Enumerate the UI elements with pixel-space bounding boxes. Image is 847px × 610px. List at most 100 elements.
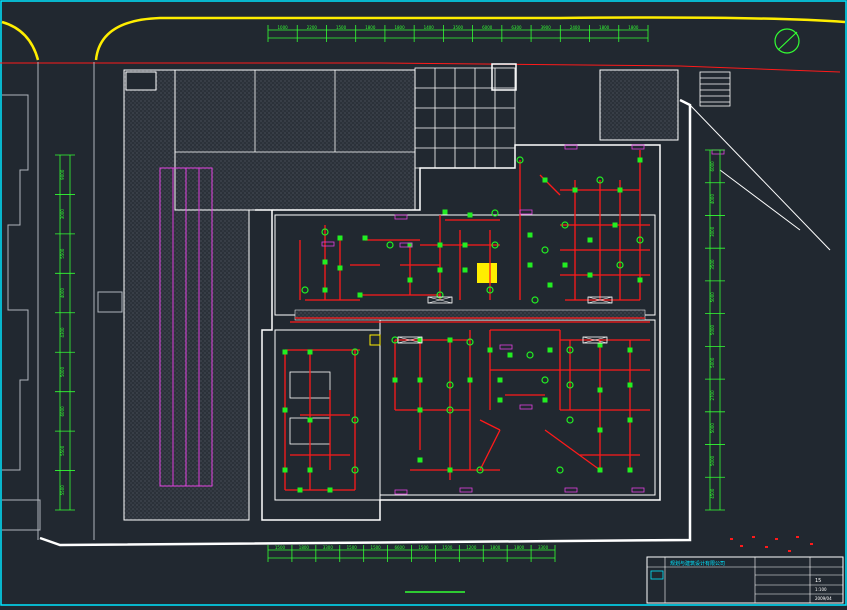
dim-right-label: 5000 [710, 292, 715, 303]
light-fixture-icon [526, 351, 534, 359]
outlet-icon [627, 382, 633, 388]
outlet-icon [587, 272, 593, 278]
outlet-icon [497, 377, 503, 383]
diagonal-road-2 [719, 169, 801, 231]
dim-left-label: 9000 [60, 169, 65, 180]
outlet-icon [407, 277, 413, 283]
outlet-icon [617, 187, 623, 193]
dim-bottom-label: 1500 [347, 545, 358, 550]
device-tag [564, 487, 578, 493]
dim-right-label: 2700 [710, 390, 715, 401]
device-tag [321, 241, 335, 247]
outlet-icon [637, 277, 643, 283]
dim-bottom-label: 6600 [394, 545, 405, 550]
dim-bottom-label: 1500 [442, 545, 453, 550]
dim-right-label: 3000 [710, 226, 715, 237]
grid-structure [414, 63, 517, 169]
outlet-icon [587, 237, 593, 243]
dim-right-label: 5000 [710, 455, 715, 466]
dim-bottom-label: 1800 [299, 545, 310, 550]
device-tag [459, 487, 473, 493]
outlet-icon [542, 397, 548, 403]
dim-left-label: 5000 [60, 366, 65, 377]
outlet-icon [597, 427, 603, 433]
title-drawing-no: 15 [815, 578, 821, 584]
light-fixture-icon [541, 246, 549, 254]
outlet-icon [282, 349, 288, 355]
outlet-icon [392, 377, 398, 383]
device-tag [499, 344, 513, 350]
outlet-icon [307, 467, 313, 473]
dim-bottom-label: 3300 [323, 545, 334, 550]
small-box [125, 71, 157, 91]
dim-top-label: 1800 [365, 25, 376, 30]
outlet-icon [322, 259, 328, 265]
outlet-icon [562, 262, 568, 268]
outlet-icon [307, 417, 313, 423]
dim-bottom-label: 3300 [538, 545, 549, 550]
hatched-area-top [174, 69, 416, 211]
outlet-icon [322, 287, 328, 293]
outlet-icon [637, 157, 643, 163]
dim-right-label: 4000 [710, 194, 715, 205]
outlet-icon [417, 407, 423, 413]
outlet-icon [362, 235, 368, 241]
cad-drawing: 1000 2200 1500 1800 1800 1400 3500 6000 6300 3900… [0, 0, 847, 606]
dim-top-label: 6000 [482, 25, 493, 30]
outlet-icon [527, 232, 533, 238]
title-company: 规划与建筑设计有限公司 [670, 560, 725, 567]
dim-right-label: 5000 [710, 423, 715, 434]
outlet-icon [507, 352, 513, 358]
outlet-icon [627, 347, 633, 353]
device-tag [394, 489, 408, 495]
outlet-icon [282, 407, 288, 413]
wire-segment [479, 429, 501, 471]
light-fixture-icon [301, 286, 309, 294]
outlet-icon [327, 487, 333, 493]
outlet-icon [417, 457, 423, 463]
dim-top-label: 1500 [336, 25, 347, 30]
outlet-icon [357, 292, 363, 298]
wire-segment [479, 419, 501, 431]
outlet-icon [467, 212, 473, 218]
dim-right-label: 3500 [710, 259, 715, 270]
dim-left-label: 5500 [60, 445, 65, 456]
dim-top-label: 2400 [570, 25, 581, 30]
dim-left-label: 4300 [60, 327, 65, 338]
outlet-icon [497, 397, 503, 403]
outlet-icon [447, 337, 453, 343]
red-notes [730, 536, 813, 552]
dim-top-label: 3500 [453, 25, 464, 30]
outlet-icon [437, 242, 443, 248]
property-line-2 [94, 16, 846, 61]
outlet-icon [337, 265, 343, 271]
dim-bottom-label: 1500 [418, 545, 429, 550]
outlet-icon [597, 387, 603, 393]
outlet-icon [612, 222, 618, 228]
light-fixture-icon [566, 416, 574, 424]
outlet-icon [447, 467, 453, 473]
title-scale: 1:100 [815, 587, 827, 592]
dim-bottom-label: 1500 [371, 545, 382, 550]
dim-bottom-label: 1500 [275, 545, 286, 550]
north-arrow-icon [774, 28, 800, 54]
dim-left-label: 4000 [60, 288, 65, 299]
outlet-icon [542, 177, 548, 183]
dim-left-label: 5500 [60, 485, 65, 496]
cad-viewport[interactable]: 1000 2200 1500 1800 1800 1400 3500 6000 6300 3900… [0, 0, 847, 606]
outlet-icon [547, 282, 553, 288]
wire-segment [544, 429, 601, 471]
outlet-icon [337, 235, 343, 241]
dim-top-label: 1400 [424, 25, 435, 30]
dim-right-label: 6000 [710, 161, 715, 172]
outlet-icon [297, 487, 303, 493]
stair-icon [699, 71, 731, 107]
hatched-area-right [599, 69, 679, 141]
outlet-icon [417, 377, 423, 383]
dim-left-label: 6000 [60, 406, 65, 417]
outlet-icon [597, 467, 603, 473]
property-line [1, 20, 40, 61]
dim-bottom-label: 1800 [514, 545, 525, 550]
dim-top-label: 6300 [511, 25, 522, 30]
outlet-icon [627, 467, 633, 473]
